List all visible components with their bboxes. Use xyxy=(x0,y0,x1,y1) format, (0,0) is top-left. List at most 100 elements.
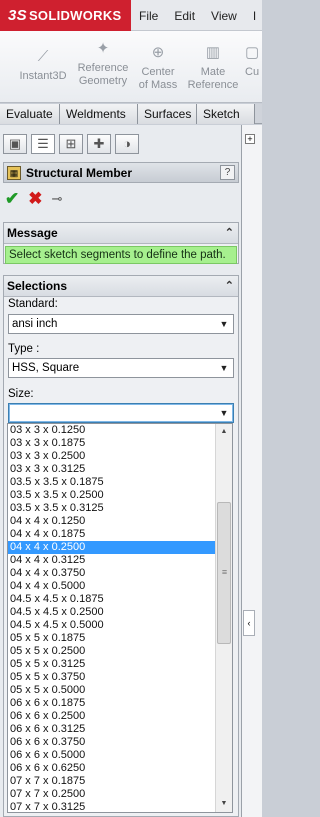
menu-view[interactable]: View xyxy=(203,9,245,23)
mate-reference-button[interactable]: ▥ Mate Reference xyxy=(184,43,242,92)
feature-manager-tab-icon[interactable]: ▣ xyxy=(3,134,27,154)
command-manager: ⟋ Instant3D ✦ Reference Geometry ⊕ Cente… xyxy=(0,31,262,103)
tab-sketch[interactable]: Sketch xyxy=(197,104,255,124)
size-option[interactable]: 03 x 3 x 0.1875 xyxy=(8,437,232,450)
size-option[interactable]: 06 x 6 x 0.3750 xyxy=(8,736,232,749)
dimxpert-manager-tab-icon[interactable]: ✚ xyxy=(87,134,111,154)
center-of-mass-label-1: Center xyxy=(141,66,175,78)
standard-select[interactable]: ansi inch ▼ xyxy=(8,314,234,334)
action-buttons: ✔ ✖ ⊸ xyxy=(5,189,62,209)
mate-reference-icon: ▥ xyxy=(205,44,221,61)
pushpin-icon[interactable]: ⊸ xyxy=(52,191,63,207)
type-select[interactable]: HSS, Square ▼ xyxy=(8,358,234,378)
size-option[interactable]: 05 x 5 x 0.2500 xyxy=(8,645,232,658)
reference-geometry-label-1: Reference xyxy=(77,62,129,74)
solidworks-logo[interactable]: 3S SOLIDWORKS xyxy=(0,0,131,31)
menu-bar: File Edit View I xyxy=(131,0,264,31)
size-option[interactable]: 07 x 7 x 0.2500 xyxy=(8,788,232,801)
cut-button[interactable]: ▢ Cu xyxy=(245,43,262,79)
menu-edit[interactable]: Edit xyxy=(166,9,203,23)
size-option[interactable]: 04 x 4 x 0.5000 xyxy=(8,580,232,593)
size-option[interactable]: 03 x 3 x 0.3125 xyxy=(8,463,232,476)
scrollbar[interactable]: ▲ ≡ ▼ xyxy=(215,424,232,812)
size-option[interactable]: 04 x 4 x 0.2500 xyxy=(8,541,232,554)
scroll-down-icon[interactable]: ▼ xyxy=(216,796,232,812)
scrollbar-thumb[interactable]: ≡ xyxy=(217,502,231,644)
reference-geometry-icon: ✦ xyxy=(96,40,110,57)
standard-value: ansi inch xyxy=(12,318,58,330)
chevron-down-icon[interactable]: ▼ xyxy=(216,360,232,376)
property-manager-header: ▦ Structural Member ? xyxy=(3,162,239,183)
size-option[interactable]: 04 x 4 x 0.3750 xyxy=(8,567,232,580)
size-label: Size: xyxy=(8,388,34,400)
message-text: Select sketch segments to define the pat… xyxy=(5,246,237,264)
size-option[interactable]: 07 x 7 x 0.3125 xyxy=(8,801,232,812)
size-option[interactable]: 04.5 x 4.5 x 0.5000 xyxy=(8,619,232,632)
type-value: HSS, Square xyxy=(12,362,80,374)
scroll-up-icon[interactable]: ▲ xyxy=(216,424,232,440)
size-option[interactable]: 05 x 5 x 0.3750 xyxy=(8,671,232,684)
cut-icon: ▢ xyxy=(245,44,260,61)
instant3d-label: Instant3D xyxy=(19,70,67,82)
size-option[interactable]: 04 x 4 x 0.1250 xyxy=(8,515,232,528)
reference-geometry-button[interactable]: ✦ Reference Geometry xyxy=(75,39,131,88)
size-option[interactable]: 05 x 5 x 0.3125 xyxy=(8,658,232,671)
instant3d-icon: ⟋ xyxy=(37,48,49,65)
size-option[interactable]: 03 x 3 x 0.1250 xyxy=(8,424,232,437)
message-header[interactable]: Message ⌃ xyxy=(4,223,238,244)
chevron-down-icon[interactable]: ▼ xyxy=(216,405,232,421)
menu-insert[interactable]: I xyxy=(245,9,264,23)
chevron-down-icon[interactable]: ▼ xyxy=(216,316,232,332)
ok-icon[interactable]: ✔ xyxy=(5,189,19,209)
menu-file[interactable]: File xyxy=(131,9,166,23)
center-of-mass-button[interactable]: ⊕ Center of Mass xyxy=(134,43,182,92)
selections-header[interactable]: Selections ⌃ xyxy=(4,276,238,297)
size-option[interactable]: 06 x 6 x 0.5000 xyxy=(8,749,232,762)
size-option[interactable]: 06 x 6 x 0.1875 xyxy=(8,697,232,710)
message-header-label: Message xyxy=(7,226,58,240)
tab-evaluate[interactable]: Evaluate xyxy=(0,104,60,124)
cancel-icon[interactable]: ✖ xyxy=(28,189,42,209)
logo-mark: 3S xyxy=(8,7,27,24)
tree-expand-icon[interactable]: + xyxy=(245,134,255,144)
collapse-chevron-icon[interactable]: ⌃ xyxy=(225,276,234,296)
property-manager-tab-icon[interactable]: ☰ xyxy=(31,134,55,154)
configuration-manager-tab-icon[interactable]: ⊞ xyxy=(59,134,83,154)
collapse-chevron-icon[interactable]: ⌃ xyxy=(225,223,234,243)
panel-collapse-icon[interactable]: ‹ xyxy=(243,610,255,636)
help-icon[interactable]: ? xyxy=(220,165,235,180)
display-manager-tab-icon[interactable]: ◑ xyxy=(115,134,139,154)
title-bar: 3S SOLIDWORKS File Edit View I xyxy=(0,0,262,31)
size-option[interactable]: 06 x 6 x 0.3125 xyxy=(8,723,232,736)
size-option[interactable]: 04.5 x 4.5 x 0.1875 xyxy=(8,593,232,606)
size-option[interactable]: 05 x 5 x 0.5000 xyxy=(8,684,232,697)
size-option[interactable]: 03 x 3 x 0.2500 xyxy=(8,450,232,463)
grip-icon: ≡ xyxy=(221,567,228,577)
size-select[interactable]: ▼ xyxy=(8,403,234,423)
message-section: Message ⌃ Select sketch segments to defi… xyxy=(3,222,239,264)
size-option[interactable]: 03.5 x 3.5 x 0.3125 xyxy=(8,502,232,515)
logo-text: SOLIDWORKS xyxy=(28,8,122,23)
size-option[interactable]: 03.5 x 3.5 x 0.1875 xyxy=(8,476,232,489)
size-option[interactable]: 04 x 4 x 0.1875 xyxy=(8,528,232,541)
tab-surfaces[interactable]: Surfaces xyxy=(138,104,197,124)
size-option[interactable]: 04 x 4 x 0.3125 xyxy=(8,554,232,567)
tab-weldments[interactable]: Weldments xyxy=(60,104,138,124)
command-tabs: Evaluate Weldments Surfaces Sketch xyxy=(0,104,262,124)
center-of-mass-label-2: of Mass xyxy=(138,79,178,91)
size-option[interactable]: 06 x 6 x 0.6250 xyxy=(8,762,232,775)
instant3d-button[interactable]: ⟋ Instant3D xyxy=(14,47,72,83)
size-option[interactable]: 06 x 6 x 0.2500 xyxy=(8,710,232,723)
reference-geometry-label-2: Geometry xyxy=(78,75,128,87)
size-option[interactable]: 05 x 5 x 0.1875 xyxy=(8,632,232,645)
size-option[interactable]: 03.5 x 3.5 x 0.2500 xyxy=(8,489,232,502)
mate-reference-label-2: Reference xyxy=(187,79,239,91)
size-options: 03 x 3 x 0.1250 03 x 3 x 0.1875 03 x 3 x 0… xyxy=(8,424,232,812)
graphics-area-edge xyxy=(242,125,262,817)
selections-header-label: Selections xyxy=(7,279,68,293)
manager-tabs: ▣ ☰ ⊞ ✚ ◑ xyxy=(3,134,143,154)
type-label: Type : xyxy=(8,343,40,355)
size-option[interactable]: 07 x 7 x 0.1875 xyxy=(8,775,232,788)
center-of-mass-icon: ⊕ xyxy=(151,44,165,61)
size-option[interactable]: 04.5 x 4.5 x 0.2500 xyxy=(8,606,232,619)
